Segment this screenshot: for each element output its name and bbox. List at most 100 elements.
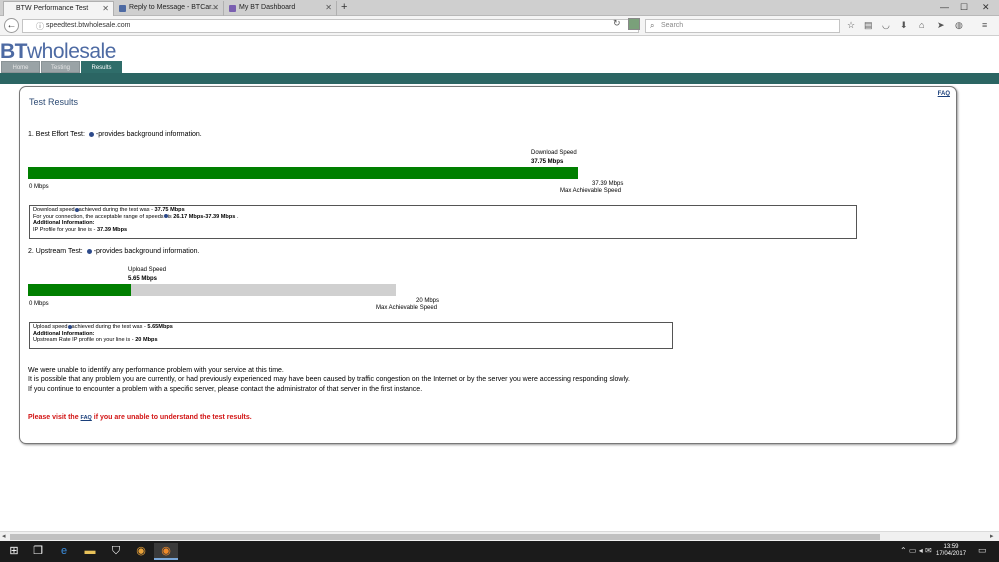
close-icon[interactable]: ✕ <box>212 1 219 15</box>
upload-max-value: 20 Mbps <box>416 298 440 304</box>
tab-testing[interactable]: Testing <box>41 61 80 73</box>
horizontal-scrollbar[interactable]: ◂ ▸ <box>0 531 999 541</box>
upload-additional-info: Additional Information: <box>33 330 95 337</box>
faq-warning: Please visit the FAQ if you are unable t… <box>28 414 252 421</box>
message-line: If you continue to encounter a problem w… <box>28 385 423 393</box>
pocket-icon[interactable]: ◡ <box>882 20 890 31</box>
header-band <box>0 73 999 84</box>
info-value: 20 Mbps <box>135 337 158 344</box>
system-tray-icons[interactable]: ⌃ ▭ ◂ ✉ <box>900 546 932 555</box>
reload-icon[interactable]: ↻ <box>613 18 621 29</box>
info-text: Download speed <box>33 207 75 213</box>
clock-time: 13:59 <box>943 544 959 550</box>
upload-heading-prefix: 2. Upstream Test: <box>28 248 83 255</box>
info-text: IP Profile for your line is - <box>33 227 97 234</box>
info-value: 26.17 Mbps-37.39 Mbps <box>173 213 236 220</box>
info-text: . <box>235 213 239 220</box>
clock[interactable]: 13:59 17/04/2017 <box>936 544 966 558</box>
info-icon[interactable] <box>88 131 94 137</box>
task-view-icon[interactable]: ❐ <box>26 543 50 560</box>
download-heading-prefix: 1. Best Effort Test: <box>28 131 85 138</box>
download-info-line: For your connection, the acceptable rang… <box>33 214 853 221</box>
minimize-icon[interactable]: — <box>940 1 949 13</box>
search-placeholder: Search <box>661 22 684 29</box>
tab-my-bt-dashboard[interactable]: My BT Dashboard ✕ <box>227 1 337 16</box>
info-value: 37.39 Mbps <box>96 227 128 234</box>
notification-icon[interactable]: ▭ <box>978 545 987 556</box>
upload-info-line: Upstream Rate IP profile on your line is… <box>33 337 669 344</box>
download-icon[interactable]: ⬇ <box>900 20 908 31</box>
bt-favicon-icon <box>119 5 126 12</box>
upload-min-label: 0 Mbps <box>29 301 49 307</box>
scrollbar-thumb[interactable] <box>10 534 880 540</box>
close-icon[interactable]: ✕ <box>325 1 332 15</box>
download-additional-info: Additional Information: <box>33 220 95 227</box>
faq-link[interactable]: FAQ <box>938 91 950 97</box>
tab-reply-to-message[interactable]: Reply to Message - BTCar... ✕ <box>117 1 224 16</box>
info-text: Upload speed <box>33 324 68 330</box>
download-info-line: IP Profile for your line is - 37.39 Mbps <box>33 227 853 234</box>
upload-speed-value: 5.65 Mbps <box>128 276 158 282</box>
store-icon[interactable]: ⛉ <box>104 543 128 560</box>
download-min-label: 0 Mbps <box>29 184 49 190</box>
tab-results[interactable]: Results <box>81 61 122 73</box>
menu-icon[interactable]: ≡ <box>982 20 987 31</box>
info-icon[interactable] <box>86 248 92 254</box>
info-icon[interactable]: ⓘ <box>36 21 44 33</box>
tab-title: My BT Dashboard <box>239 4 296 11</box>
download-speed-bar-fill <box>28 167 578 179</box>
upload-max-label: Max Achievable Speed <box>376 305 438 311</box>
bt-favicon-icon <box>229 5 236 12</box>
download-speed-value: 37.75 Mbps <box>531 159 564 165</box>
maximize-icon[interactable]: ☐ <box>960 1 968 13</box>
upload-info-line: Upload speed achieved during the test was… <box>33 324 669 331</box>
tab-home[interactable]: Home <box>1 61 40 73</box>
file-explorer-icon[interactable]: ▬ <box>78 543 102 560</box>
upload-info-box: Upload speed achieved during the test was… <box>29 322 673 349</box>
globe-icon[interactable]: ◍ <box>955 20 963 31</box>
download-info-box: Download speed achieved during the test w… <box>29 205 857 239</box>
logo-wholesale: wholesale <box>27 40 116 63</box>
download-heading-suffix: -provides background information. <box>95 131 202 138</box>
info-value: 5.65Mbps <box>147 324 173 330</box>
firefox-icon[interactable]: ◉ <box>154 543 178 560</box>
reading-list-icon[interactable]: ▤ <box>864 20 873 31</box>
upload-speed-label: Upload Speed <box>128 267 167 273</box>
browser-tab-bar: BTW Performance Test ✕ Reply to Message … <box>0 0 999 16</box>
logo-bt: BT <box>0 40 28 63</box>
info-text: achieved during the test was - <box>78 207 155 213</box>
tab-title: BTW Performance Test <box>16 5 89 12</box>
close-window-icon[interactable]: ✕ <box>982 1 990 13</box>
info-text: For your connection, the acceptable rang… <box>33 213 164 220</box>
chrome-icon[interactable]: ◉ <box>129 543 153 560</box>
extension-icon[interactable] <box>628 18 640 30</box>
upload-speed-bar <box>28 284 396 296</box>
message-line: It is possible that any problem you are … <box>28 376 630 384</box>
windows-start-icon[interactable]: ⊞ <box>2 543 26 560</box>
close-icon[interactable]: ✕ <box>102 2 109 16</box>
warning-prefix: Please visit the <box>28 414 81 421</box>
upload-speed-bar-fill <box>28 284 132 296</box>
results-panel: Test Results FAQ 1. Best Effort Test: -p… <box>19 86 957 444</box>
bookmark-star-icon[interactable]: ☆ <box>847 20 855 31</box>
url-text: speedtest.btwholesale.com <box>46 22 131 29</box>
search-input[interactable]: ⌕ Search <box>645 19 840 33</box>
upload-test-heading: 2. Upstream Test: -provides background i… <box>28 248 200 255</box>
send-icon[interactable]: ➤ <box>937 20 945 31</box>
edge-icon[interactable]: e <box>52 543 76 560</box>
navigation-bar: ← ⓘ speedtest.btwholesale.com ↻ ⌕ Search… <box>0 16 999 36</box>
tab-btw-performance-test[interactable]: BTW Performance Test ✕ <box>3 1 114 16</box>
download-info-line: Download speed achieved during the test w… <box>33 207 853 214</box>
message-line: We were unable to identify any performan… <box>28 367 284 374</box>
home-icon[interactable]: ⌂ <box>919 20 924 31</box>
faq-inline-link[interactable]: FAQ <box>81 415 92 421</box>
download-max-label: Max Achievable Speed <box>560 188 622 194</box>
download-speed-label: Download Speed <box>531 150 577 156</box>
windows-taskbar: ⊞ ❐ e ▬ ⛉ ◉ ◉ ⌃ ▭ ◂ ✉ 13:59 17/04/2017 ▭ <box>0 541 999 562</box>
url-bar[interactable]: ⓘ speedtest.btwholesale.com <box>22 19 639 33</box>
back-arrow-icon[interactable]: ← <box>4 18 19 33</box>
result-message: We were unable to identify any performan… <box>28 366 630 394</box>
clock-date: 17/04/2017 <box>936 551 967 557</box>
new-tab-button[interactable]: + <box>341 1 347 14</box>
info-text: Upstream Rate IP profile on your line is… <box>33 337 136 344</box>
